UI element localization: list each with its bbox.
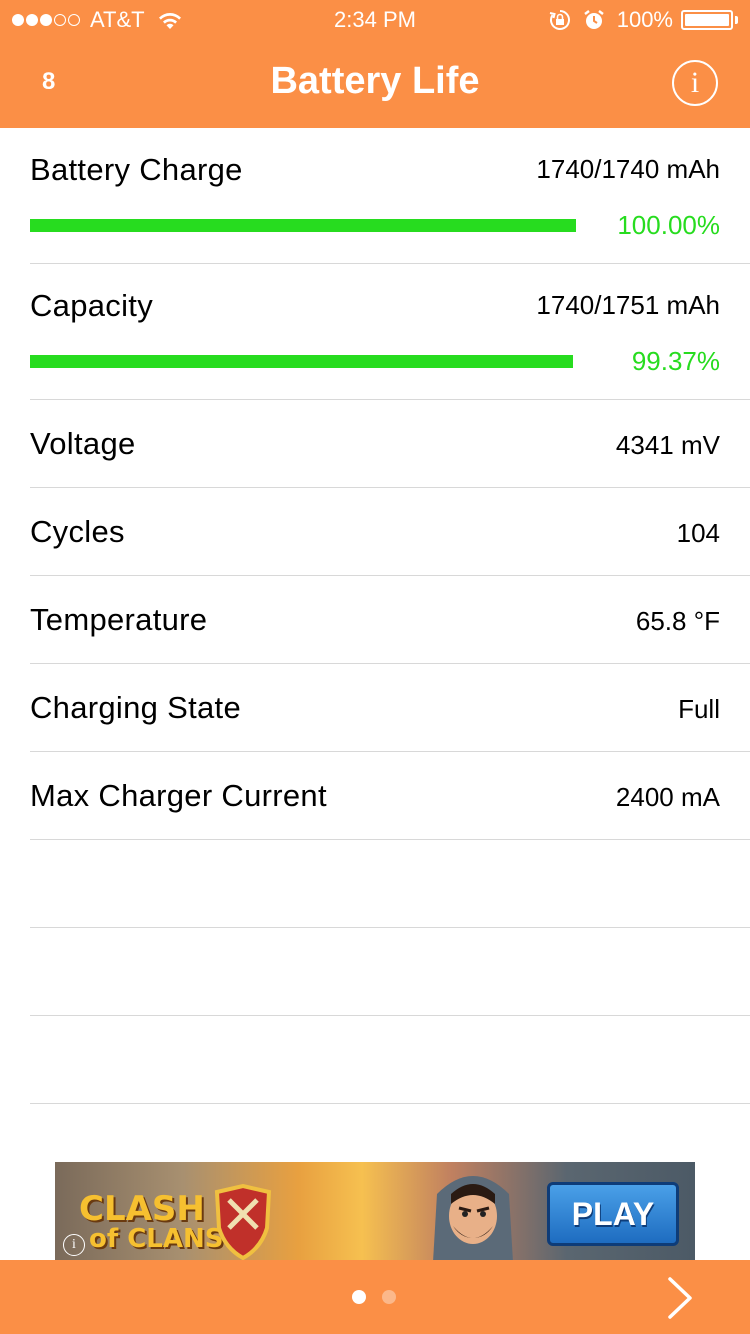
row-percent: 99.37% xyxy=(631,346,720,376)
wizard-character-image xyxy=(433,1176,513,1262)
status-bar: AT&T 2:34 PM 100% xyxy=(0,0,750,40)
ad-play-button[interactable]: PLAY xyxy=(547,1182,679,1246)
row-value: Full xyxy=(678,694,720,724)
row-max-charger-current: Max Charger Current 2400 mA xyxy=(30,752,750,840)
row-label: Capacity xyxy=(30,288,154,323)
row-value: 4341 mV xyxy=(615,430,720,460)
bottom-bar xyxy=(0,1260,750,1334)
row-value: 1740/1751 mAh xyxy=(536,290,720,320)
empty-row xyxy=(30,1016,750,1104)
ad-logo-line1: CLASH xyxy=(79,1189,205,1229)
ad-logo: CLASH of CLANS xyxy=(79,1192,223,1252)
progress-bar-fill xyxy=(30,219,576,232)
row-value: 104 xyxy=(676,518,720,548)
rotation-lock-icon xyxy=(549,9,571,31)
row-label: Voltage xyxy=(30,426,136,461)
row-label: Battery Charge xyxy=(30,152,243,187)
ad-banner[interactable]: CLASH of CLANS i PLAY xyxy=(55,1162,695,1262)
info-button[interactable]: i xyxy=(672,60,718,106)
battery-percent: 100% xyxy=(616,7,673,32)
page-dot[interactable] xyxy=(352,1290,366,1304)
row-label: Temperature xyxy=(30,602,208,637)
shield-icon xyxy=(214,1184,272,1260)
page-title: Battery Life xyxy=(270,60,480,102)
row-value: 65.8 °F xyxy=(635,606,720,636)
row-value: 1740/1740 mAh xyxy=(536,154,720,184)
battery-icon xyxy=(681,10,733,30)
row-cycles: Cycles 104 xyxy=(30,488,750,576)
chevron-right-icon[interactable] xyxy=(660,1276,700,1320)
row-value: 2400 mA xyxy=(615,782,720,812)
empty-row xyxy=(30,840,750,928)
row-battery-charge: Battery Charge 1740/1740 mAh 100.00% xyxy=(30,128,750,264)
progress-bar xyxy=(30,219,576,232)
row-charging-state: Charging State Full xyxy=(30,664,750,752)
battery-tip xyxy=(735,16,738,24)
ad-info-icon[interactable]: i xyxy=(63,1234,85,1256)
row-temperature: Temperature 65.8 °F xyxy=(30,576,750,664)
row-label: Max Charger Current xyxy=(30,778,327,813)
info-icon: i xyxy=(690,66,700,99)
row-percent: 100.00% xyxy=(617,210,720,240)
row-capacity: Capacity 1740/1751 mAh 99.37% xyxy=(30,264,750,400)
alarm-icon xyxy=(583,9,605,31)
navigation-bar: 8 Battery Life i xyxy=(0,40,750,128)
page-indicator[interactable] xyxy=(352,1290,412,1304)
row-voltage: Voltage 4341 mV xyxy=(30,400,750,488)
progress-bar-fill xyxy=(30,355,573,368)
ad-logo-line2: of CLANS xyxy=(89,1224,224,1254)
battery-level-fill xyxy=(685,14,729,26)
row-label: Charging State xyxy=(30,690,241,725)
battery-stats-list: Battery Charge 1740/1740 mAh 100.00% Cap… xyxy=(0,128,750,1104)
progress-bar xyxy=(30,355,576,368)
empty-row xyxy=(30,928,750,1016)
row-label: Cycles xyxy=(30,514,125,549)
page-dot[interactable] xyxy=(382,1290,396,1304)
